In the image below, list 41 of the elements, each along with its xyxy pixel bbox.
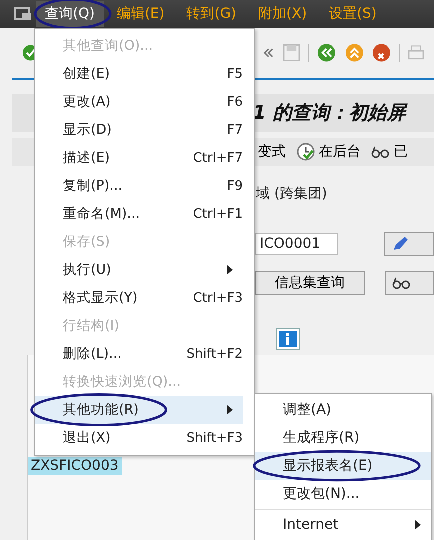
back-icon[interactable] — [317, 43, 337, 63]
menu-bar-item[interactable]: 转到(G) — [178, 1, 246, 27]
cancel-icon[interactable] — [372, 43, 392, 63]
menu-item[interactable]: 显示报表名(E) — [255, 452, 431, 480]
menu-item[interactable]: Internet — [255, 511, 431, 539]
clock-icon — [296, 142, 316, 162]
double-chevron-icon[interactable] — [263, 47, 275, 59]
menu-item[interactable]: 格式显示(Y) Ctrl+F3 — [35, 284, 243, 312]
glasses-icon — [392, 276, 412, 290]
menu-item[interactable]: 更改(A) F6 — [35, 88, 243, 116]
edit-button[interactable] — [384, 232, 434, 256]
menu-item[interactable]: 显示(D) F7 — [35, 116, 243, 144]
menu-bar-item[interactable]: 附加(X) — [250, 1, 316, 27]
menu-item[interactable]: 重命名(M)... Ctrl+F1 — [35, 200, 243, 228]
glasses-icon — [371, 145, 391, 159]
menu-item[interactable]: 复制(P)... F9 — [35, 172, 243, 200]
info-icon[interactable] — [276, 328, 300, 350]
menu-item[interactable]: 执行(U) — [35, 256, 243, 284]
table-cell: ZXSFICO003 — [28, 457, 122, 475]
menu-bar-item[interactable]: 编辑(E) — [108, 1, 174, 27]
menu-item[interactable]: 创建(E) F5 — [35, 60, 243, 88]
menu-item[interactable]: 删除(L)... Shift+F2 — [35, 340, 243, 368]
menu-item[interactable]: 更改包(N)... — [255, 480, 431, 508]
toolbar-button[interactable]: 在后台 — [296, 142, 361, 162]
window-menu-icon[interactable] — [14, 7, 32, 21]
menu-item[interactable]: 调整(A) — [255, 396, 431, 424]
screen-title: 1 的查询：初始屏 — [253, 101, 406, 126]
query-field[interactable]: ICO0001 — [255, 233, 338, 255]
toolbar-button[interactable]: 变式 — [258, 143, 286, 161]
submenu-arrow-icon — [415, 520, 421, 530]
menu-item[interactable]: 退出(X) Shift+F3 — [35, 424, 243, 452]
scope-text: 域 (跨集团) — [256, 185, 328, 203]
submenu-arrow-icon — [227, 265, 233, 275]
menu-item[interactable]: 生成程序(R) — [255, 424, 431, 452]
display-button[interactable] — [384, 271, 434, 295]
submenu-arrow-icon — [227, 405, 233, 415]
menu-item[interactable]: 描述(E) Ctrl+F7 — [35, 144, 243, 172]
menu-bar-item[interactable]: 设置(S) — [320, 1, 386, 27]
toolbar-button[interactable]: 已 — [371, 143, 408, 161]
up-icon[interactable] — [344, 43, 364, 63]
infoset-query-button[interactable]: 信息集查询 — [255, 271, 365, 295]
